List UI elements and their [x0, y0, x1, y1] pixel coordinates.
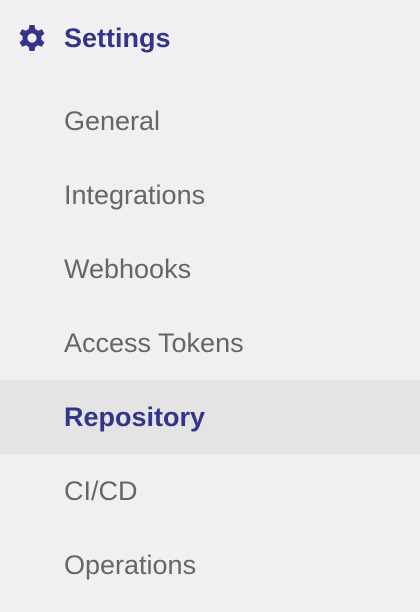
sidebar-item-label: Access Tokens — [64, 328, 244, 358]
settings-sidebar: Settings General Integrations Webhooks A… — [0, 0, 420, 612]
sidebar-item-label: Integrations — [64, 180, 206, 210]
sidebar-item-label: General — [64, 106, 161, 136]
settings-nav-list: General Integrations Webhooks Access Tok… — [0, 84, 420, 602]
sidebar-item-label: CI/CD — [64, 476, 138, 506]
sidebar-item-webhooks[interactable]: Webhooks — [0, 232, 420, 306]
sidebar-item-integrations[interactable]: Integrations — [0, 158, 420, 232]
sidebar-item-label: Webhooks — [64, 254, 192, 284]
sidebar-item-operations[interactable]: Operations — [0, 528, 420, 602]
sidebar-item-general[interactable]: General — [0, 84, 420, 158]
settings-section-header[interactable]: Settings — [0, 0, 420, 76]
sidebar-item-ci-cd[interactable]: CI/CD — [0, 454, 420, 528]
sidebar-item-access-tokens[interactable]: Access Tokens — [0, 306, 420, 380]
sidebar-item-label: Operations — [64, 550, 197, 580]
sidebar-item-label: Repository — [64, 402, 206, 432]
settings-title: Settings — [64, 23, 171, 53]
gear-icon — [19, 25, 45, 51]
sidebar-item-repository[interactable]: Repository — [0, 380, 420, 454]
